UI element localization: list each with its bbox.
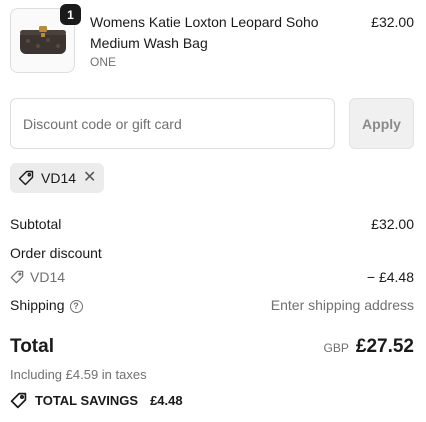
total-row: Total GBP £27.52 (10, 336, 414, 358)
discount-code-input[interactable] (10, 98, 335, 149)
total-amount-wrap: GBP £27.52 (324, 336, 414, 358)
wash-bag-image (20, 26, 66, 54)
product-title: Womens Katie Loxton Leopard Soho Medium … (90, 14, 319, 51)
product-thumbnail: 1 (10, 4, 81, 73)
quantity-badge: 1 (60, 4, 81, 25)
product-variant: ONE (90, 55, 117, 69)
total-value: £27.52 (355, 336, 414, 357)
subtotal-row: Subtotal £32.00 (10, 216, 414, 232)
tag-icon (10, 392, 27, 409)
savings-value: £4.48 (150, 393, 183, 408)
applied-discount-code: VD14 (41, 170, 77, 186)
taxes-note: Including £4.59 in taxes (10, 367, 147, 382)
question-circle-icon[interactable]: ? (69, 299, 83, 313)
shipping-value: Enter shipping address (270, 297, 414, 313)
discount-code-name: VD14 (30, 269, 66, 285)
shipping-row: Shipping? Enter shipping address (10, 297, 414, 313)
subtotal-value: £32.00 (371, 216, 414, 232)
total-savings: TOTAL SAVINGS £4.48 (10, 392, 183, 409)
order-discount-label: Order discount (10, 245, 102, 261)
discount-form: Apply (10, 98, 414, 149)
total-label: Total (10, 336, 54, 357)
applied-discount-chip: VD14 ✕ (10, 163, 105, 193)
shipping-label-wrap: Shipping? (10, 297, 83, 313)
discount-amount: − £4.48 (366, 269, 414, 285)
shipping-label: Shipping (10, 297, 65, 313)
currency-code: GBP (323, 341, 349, 355)
cart-line-item: 1 Womens Katie Loxton Leopard Soho Mediu… (10, 4, 414, 74)
product-price: £32.00 (371, 14, 414, 30)
discount-code-row: VD14 − £4.48 (10, 269, 414, 285)
taxes-row: Including £4.59 in taxes (10, 367, 414, 382)
subtotal-label: Subtotal (10, 216, 62, 232)
close-icon[interactable]: ✕ (83, 170, 96, 186)
discount-code-line: VD14 (10, 269, 65, 285)
savings-label: TOTAL SAVINGS (35, 393, 139, 408)
tag-icon (18, 170, 34, 186)
tag-icon (10, 270, 24, 284)
apply-button[interactable]: Apply (349, 98, 414, 149)
order-discount-row: Order discount (10, 245, 414, 261)
